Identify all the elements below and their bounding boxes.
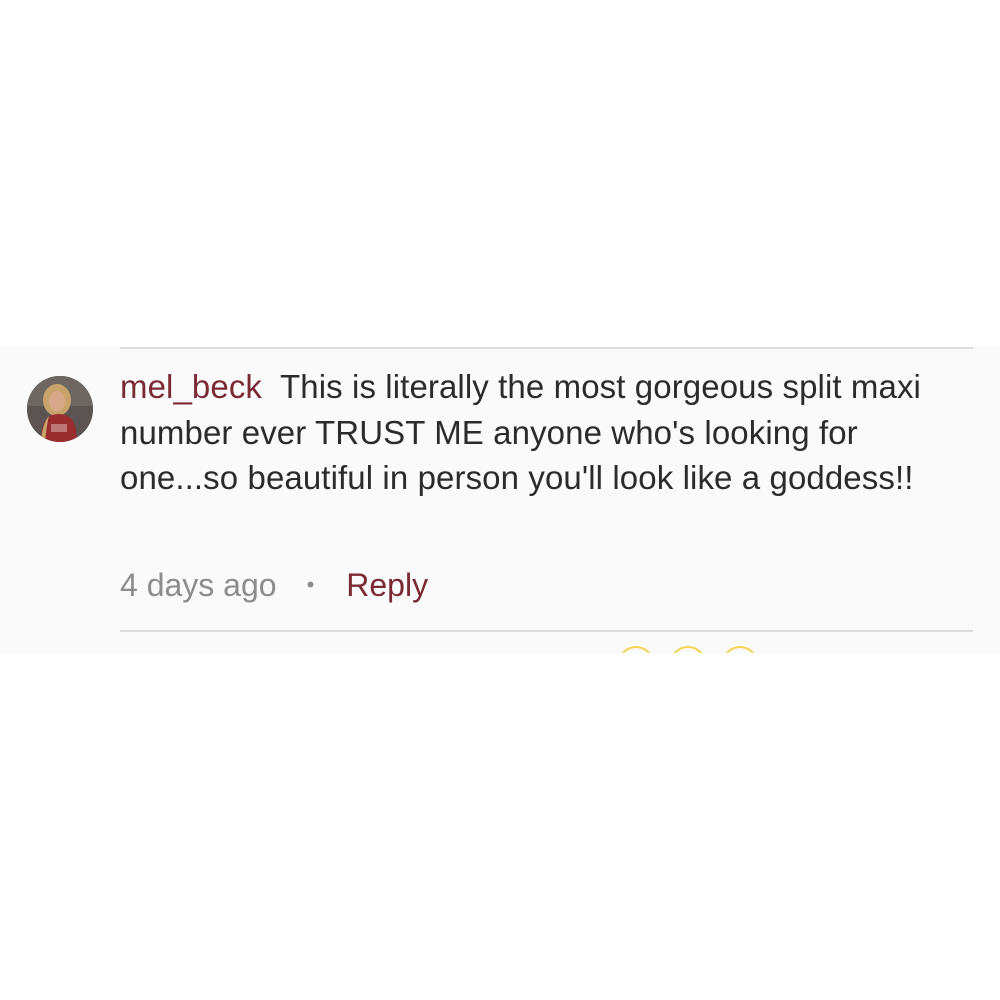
comment-card: mel_beck This is literally the most gorg… [0,347,1000,653]
meta-separator: • [306,572,315,597]
divider-top [120,347,973,349]
emoji-icon [618,646,654,653]
next-row-icons-peek [618,646,758,653]
comment-timestamp: 4 days ago [120,566,277,603]
reply-button[interactable]: Reply [346,567,428,604]
comment-username[interactable]: mel_beck [120,368,262,405]
comment-body: mel_beck This is literally the most gorg… [120,364,980,501]
comment-meta: 4 days ago • Reply [120,563,428,607]
avatar-photo-icon [27,376,93,442]
emoji-icon [722,646,758,653]
avatar[interactable] [27,376,93,442]
divider-bottom [120,630,973,632]
emoji-icon [670,646,706,653]
